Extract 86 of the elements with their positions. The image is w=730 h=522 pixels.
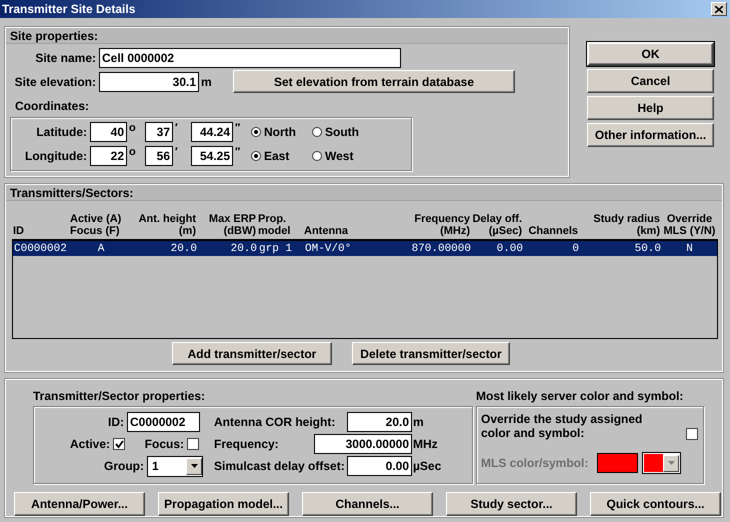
group-title: Transmitter/Sector properties:	[33, 389, 206, 403]
field-label: ID:	[107, 415, 125, 429]
table-cell-text: 20.0	[170, 242, 198, 254]
table-cell-text: grp 1	[258, 242, 294, 254]
field-label: Site elevation:	[14, 74, 97, 88]
number-field[interactable]: 20.0	[347, 412, 412, 432]
degrees-field[interactable]: 22	[90, 146, 127, 166]
column-header: Prop. model	[257, 213, 292, 237]
table-cell-text: OM-V/0°	[304, 242, 352, 254]
column-header: Study radius (km)	[592, 213, 661, 237]
column-header: Max ERP (dBW)	[208, 213, 257, 237]
section-label: Coordinates:	[15, 99, 90, 113]
column-header: Channels	[527, 225, 579, 237]
minutes-field[interactable]: 37	[145, 122, 173, 142]
minutes-field[interactable]: 56	[145, 146, 173, 166]
dialog-button[interactable]: OK	[587, 42, 714, 66]
dialog-button[interactable]: Other information...	[587, 123, 714, 147]
field-label: Antenna COR height:	[214, 415, 336, 429]
panel-title: Site properties:	[10, 28, 98, 42]
minute-mark: ′	[174, 146, 179, 158]
field-label: Focus:	[144, 437, 185, 451]
radio-button[interactable]: North	[251, 125, 312, 139]
field-label: Simulcast delay offset:	[214, 459, 346, 473]
column-header: Antenna	[303, 225, 349, 237]
table-cell-text: 0.00	[496, 242, 524, 254]
seconds-field[interactable]: 54.25	[191, 146, 233, 166]
minute-mark: ′	[174, 122, 179, 134]
group-dropdown[interactable]: 1	[147, 456, 203, 476]
checkbox-label: Override the study assigned color and symbol:	[481, 412, 644, 440]
dialog-button[interactable]: Help	[587, 96, 714, 120]
table-cell-text: 20.0	[230, 242, 258, 254]
column-header: Ant. height (m)	[138, 213, 197, 237]
radio-button[interactable]: South	[312, 125, 382, 139]
table-row[interactable]: C0000002 A 20.0 20.0 grp 1 OM-V/0° 870.00000 0.00 0 50.0 N	[13, 241, 717, 256]
panel-title: Transmitters/Sectors:	[10, 186, 134, 200]
second-mark: ′′	[234, 146, 242, 158]
seconds-field[interactable]: 44.24	[191, 122, 233, 142]
column-header: Delay off. (µSec)	[471, 213, 523, 237]
degrees-field[interactable]: 40	[90, 122, 127, 142]
field-label: Longitude:	[24, 149, 88, 163]
field-label: Frequency:	[214, 437, 280, 451]
field-label: Group:	[103, 459, 145, 473]
unit-label: m	[200, 74, 213, 88]
window-title: Transmitter Site Details	[2, 2, 136, 16]
action-button[interactable]: Propagation model...	[158, 492, 289, 516]
id-field[interactable]: C0000002	[127, 412, 200, 432]
number-field[interactable]: 0.00	[347, 456, 412, 476]
degree-mark: o	[128, 122, 137, 134]
group-title: Most likely server color and symbol:	[476, 389, 684, 403]
table-cell-text: C0000002	[13, 242, 68, 254]
unit-label: m	[412, 415, 424, 429]
field-label: Site name:	[34, 51, 97, 65]
field-label: Active:	[68, 437, 111, 451]
column-header: Frequency (MHz)	[413, 213, 471, 237]
second-mark: ′′	[234, 122, 242, 134]
unit-label: µSec	[412, 459, 442, 473]
field-label: Latitude:	[35, 125, 88, 139]
terrain-button[interactable]: Set elevation from terrain database	[233, 70, 515, 93]
radio-button[interactable]: West	[312, 149, 382, 163]
list-button[interactable]: Add transmitter/sector	[172, 342, 332, 365]
table-cell-text: 0	[571, 242, 580, 254]
number-field[interactable]: 3000.00000	[314, 434, 412, 454]
field-label: MLS color/symbol:	[481, 456, 590, 470]
table-cell-text: 870.00000	[410, 242, 472, 254]
checkbox[interactable]	[187, 438, 199, 450]
radio-button[interactable]: East	[251, 149, 312, 163]
symbol-dropdown[interactable]	[642, 452, 681, 474]
column-header: ID	[12, 225, 25, 237]
site-name-field[interactable]: Cell 0000002	[99, 48, 401, 68]
column-header: Override MLS (Y/N)	[662, 213, 716, 237]
table-cell-text: 50.0	[634, 242, 662, 254]
action-button[interactable]: Antenna/Power...	[14, 492, 145, 516]
table-cell-text: N	[685, 242, 694, 254]
action-button[interactable]: Study sector...	[446, 492, 577, 516]
list-button[interactable]: Delete transmitter/sector	[352, 342, 510, 365]
table-cell-text: A	[96, 242, 106, 254]
unit-label: MHz	[412, 437, 438, 451]
close-icon[interactable]	[711, 2, 727, 16]
site-elevation-field[interactable]: 30.1	[99, 72, 199, 92]
checkbox[interactable]	[113, 438, 125, 450]
degree-mark: o	[128, 146, 137, 158]
action-button[interactable]: Quick contours...	[590, 492, 721, 516]
action-button[interactable]: Channels...	[302, 492, 433, 516]
checkbox[interactable]	[686, 428, 698, 440]
dialog-button[interactable]: Cancel	[587, 69, 714, 93]
column-header: Active (A) Focus (F)	[69, 213, 122, 237]
